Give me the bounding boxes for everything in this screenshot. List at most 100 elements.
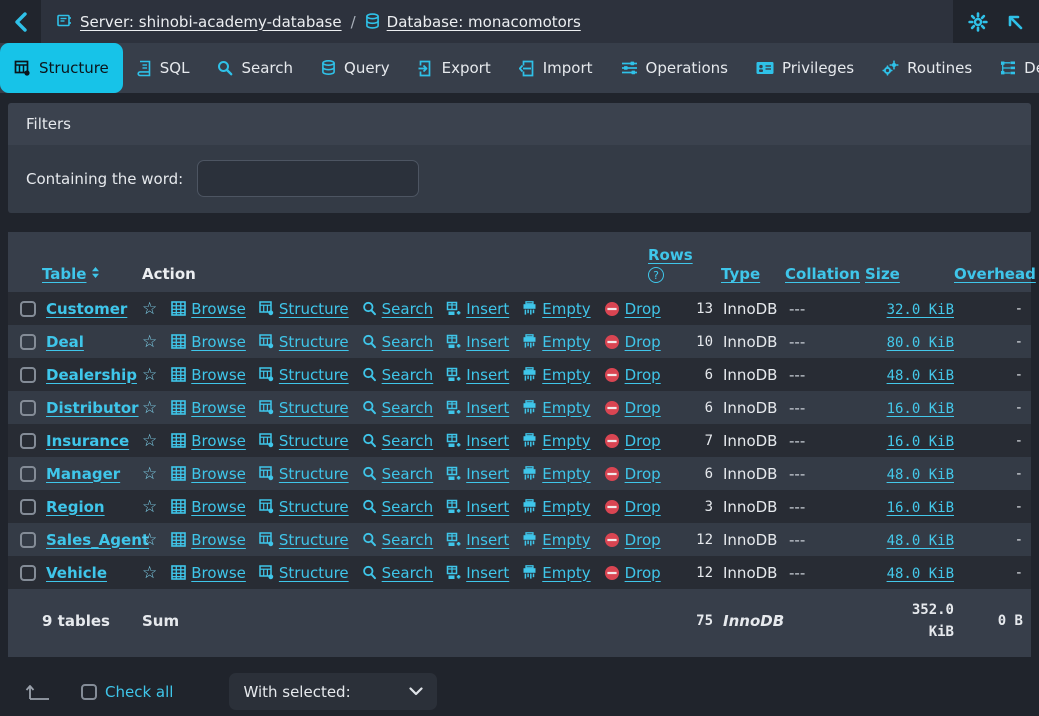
- row-checkbox[interactable]: [20, 532, 36, 548]
- insert-link[interactable]: Insert: [446, 366, 509, 384]
- back-button[interactable]: [0, 0, 41, 43]
- favorite-star-icon[interactable]: ☆: [142, 299, 157, 319]
- insert-link[interactable]: Insert: [446, 498, 509, 516]
- sort-type-link[interactable]: Type: [721, 265, 760, 283]
- insert-link[interactable]: Insert: [446, 564, 509, 582]
- browse-link[interactable]: Browse: [171, 531, 246, 549]
- database-link[interactable]: Database: monacomotors: [387, 13, 581, 31]
- row-size-link[interactable]: 16.0 KiB: [887, 500, 954, 516]
- structure-link[interactable]: Structure: [259, 300, 349, 318]
- sort-arrows-icon[interactable]: [91, 266, 100, 279]
- favorite-star-icon[interactable]: ☆: [142, 464, 157, 484]
- search-link[interactable]: Search: [362, 498, 434, 516]
- sort-collation-link[interactable]: Collation: [785, 265, 860, 283]
- tab-export[interactable]: Export: [404, 43, 505, 93]
- table-name-link[interactable]: Sales_Agent: [42, 531, 149, 549]
- empty-link[interactable]: Empty: [522, 465, 590, 483]
- search-link[interactable]: Search: [362, 432, 434, 450]
- insert-link[interactable]: Insert: [446, 333, 509, 351]
- search-link[interactable]: Search: [362, 366, 434, 384]
- favorite-star-icon[interactable]: ☆: [142, 398, 157, 418]
- browse-link[interactable]: Browse: [171, 300, 246, 318]
- server-link[interactable]: Server: shinobi-academy-database: [80, 13, 342, 31]
- with-selected-dropdown[interactable]: With selected:: [229, 673, 437, 710]
- row-size-link[interactable]: 48.0 KiB: [887, 368, 954, 384]
- sort-rows-link[interactable]: Rows: [648, 246, 713, 264]
- search-link[interactable]: Search: [362, 531, 434, 549]
- favorite-star-icon[interactable]: ☆: [142, 365, 157, 385]
- insert-link[interactable]: Insert: [446, 465, 509, 483]
- structure-link[interactable]: Structure: [259, 498, 349, 516]
- insert-link[interactable]: Insert: [446, 531, 509, 549]
- check-all[interactable]: Check all: [81, 683, 173, 701]
- row-checkbox[interactable]: [20, 565, 36, 581]
- containing-word-input[interactable]: [197, 160, 419, 197]
- empty-link[interactable]: Empty: [522, 300, 590, 318]
- empty-link[interactable]: Empty: [522, 399, 590, 417]
- favorite-star-icon[interactable]: ☆: [142, 530, 157, 550]
- structure-link[interactable]: Structure: [259, 432, 349, 450]
- browse-link[interactable]: Browse: [171, 432, 246, 450]
- row-checkbox[interactable]: [20, 334, 36, 350]
- empty-link[interactable]: Empty: [522, 366, 590, 384]
- row-checkbox[interactable]: [20, 301, 36, 317]
- structure-link[interactable]: Structure: [259, 531, 349, 549]
- row-size-link[interactable]: 32.0 KiB: [887, 302, 954, 318]
- row-checkbox[interactable]: [20, 433, 36, 449]
- browse-link[interactable]: Browse: [171, 333, 246, 351]
- table-name-link[interactable]: Manager: [42, 465, 120, 483]
- search-link[interactable]: Search: [362, 333, 434, 351]
- row-size-link[interactable]: 48.0 KiB: [887, 467, 954, 483]
- table-name-link[interactable]: Dealership: [42, 366, 137, 384]
- table-name-link[interactable]: Deal: [42, 333, 84, 351]
- tab-search[interactable]: Search: [203, 43, 307, 93]
- insert-link[interactable]: Insert: [446, 432, 509, 450]
- favorite-star-icon[interactable]: ☆: [142, 431, 157, 451]
- structure-link[interactable]: Structure: [259, 366, 349, 384]
- row-checkbox[interactable]: [20, 400, 36, 416]
- empty-link[interactable]: Empty: [522, 432, 590, 450]
- tab-structure[interactable]: Structure: [0, 43, 123, 93]
- row-size-link[interactable]: 48.0 KiB: [887, 533, 954, 549]
- browse-link[interactable]: Browse: [171, 465, 246, 483]
- browse-link[interactable]: Browse: [171, 498, 246, 516]
- sort-overhead-link[interactable]: Overhead: [954, 265, 1036, 283]
- collapse-top-arrow-icon[interactable]: [1006, 13, 1024, 31]
- structure-link[interactable]: Structure: [259, 564, 349, 582]
- browse-link[interactable]: Browse: [171, 366, 246, 384]
- row-checkbox[interactable]: [20, 499, 36, 515]
- search-link[interactable]: Search: [362, 399, 434, 417]
- table-name-link[interactable]: Distributor: [42, 399, 139, 417]
- structure-link[interactable]: Structure: [259, 333, 349, 351]
- empty-link[interactable]: Empty: [522, 333, 590, 351]
- search-link[interactable]: Search: [362, 300, 434, 318]
- rows-help-icon[interactable]: ?: [648, 267, 664, 283]
- favorite-star-icon[interactable]: ☆: [142, 332, 157, 352]
- sort-table-link[interactable]: Table: [42, 265, 86, 283]
- table-name-link[interactable]: Region: [42, 498, 105, 516]
- search-link[interactable]: Search: [362, 465, 434, 483]
- tab-operations[interactable]: Operations: [607, 43, 742, 93]
- tab-routines[interactable]: Routines: [868, 43, 986, 93]
- table-name-link[interactable]: Insurance: [42, 432, 129, 450]
- favorite-star-icon[interactable]: ☆: [142, 497, 157, 517]
- search-link[interactable]: Search: [362, 564, 434, 582]
- structure-link[interactable]: Structure: [259, 399, 349, 417]
- insert-link[interactable]: Insert: [446, 399, 509, 417]
- row-size-link[interactable]: 16.0 KiB: [887, 401, 954, 417]
- table-name-link[interactable]: Customer: [42, 300, 127, 318]
- row-size-link[interactable]: 48.0 KiB: [887, 566, 954, 582]
- structure-link[interactable]: Structure: [259, 465, 349, 483]
- table-name-link[interactable]: Vehicle: [42, 564, 107, 582]
- row-size-link[interactable]: 16.0 KiB: [887, 434, 954, 450]
- settings-gear-icon[interactable]: [968, 12, 988, 32]
- tab-sql[interactable]: SQL: [123, 43, 204, 93]
- row-checkbox[interactable]: [20, 466, 36, 482]
- check-all-checkbox[interactable]: [81, 684, 97, 700]
- favorite-star-icon[interactable]: ☆: [142, 563, 157, 583]
- browse-link[interactable]: Browse: [171, 399, 246, 417]
- empty-link[interactable]: Empty: [522, 564, 590, 582]
- empty-link[interactable]: Empty: [522, 498, 590, 516]
- tab-import[interactable]: Import: [505, 43, 607, 93]
- tab-designer[interactable]: Designer: [986, 43, 1039, 93]
